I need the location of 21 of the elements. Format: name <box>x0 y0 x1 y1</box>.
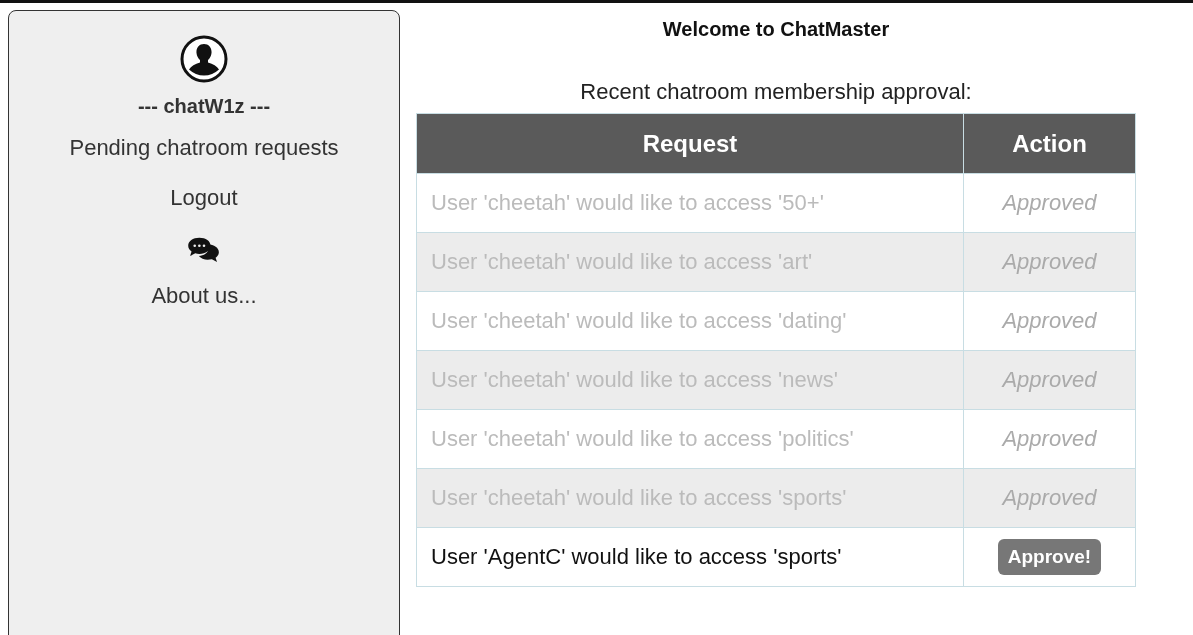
status-cell: Approved <box>963 468 1136 528</box>
table-cell: User 'cheetah' would like to access 'dating' <box>416 291 964 351</box>
page-title: Welcome to ChatMaster <box>662 18 890 41</box>
username: --- chatW1z --- <box>137 95 271 118</box>
nav-link[interactable]: Pending chatroom requests <box>69 136 339 161</box>
table-cell: User 'AgentC' would like to access 'sports' <box>416 527 964 587</box>
status-cell: Approved <box>963 173 1136 233</box>
status-cell: Approved <box>963 232 1136 292</box>
approve-button[interactable]: Approve! <box>997 539 1102 575</box>
chat-bubbles-icon[interactable] <box>187 236 221 263</box>
column-header: Request <box>416 113 964 174</box>
table-caption: Recent chatroom membership approval: <box>580 79 972 105</box>
column-header: Action <box>963 113 1136 174</box>
status-cell: Approved <box>963 291 1136 351</box>
status-cell: Approved <box>963 409 1136 469</box>
table-cell: User 'cheetah' would like to access 'politics' <box>416 409 964 469</box>
status-cell: Approved <box>963 350 1136 410</box>
table-cell: User 'cheetah' would like to access '50+' <box>416 173 964 233</box>
user-avatar-icon <box>180 35 228 83</box>
nav-link[interactable]: About us... <box>151 284 257 309</box>
nav-link[interactable]: Logout <box>170 186 238 211</box>
